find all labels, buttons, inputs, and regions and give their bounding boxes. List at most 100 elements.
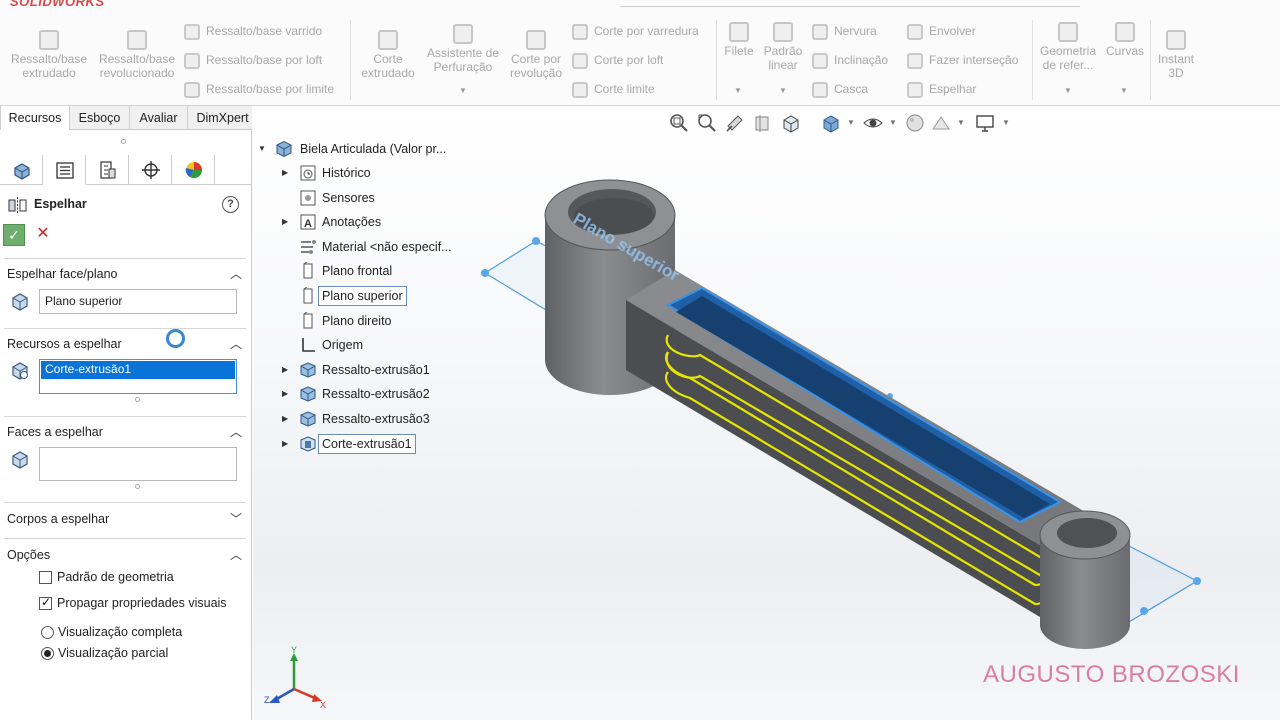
hide-show-items-icon[interactable] [862, 112, 884, 134]
options-section-label: Opções [7, 548, 51, 562]
previous-view-icon[interactable] [724, 112, 746, 134]
geometry-pattern-checkbox[interactable] [39, 571, 52, 584]
feature-manager-tab[interactable] [0, 155, 43, 185]
view-settings-icon[interactable] [974, 112, 996, 134]
list-resize-grip[interactable] [135, 397, 140, 402]
lofted-boss-button[interactable]: Ressalto/base por loft [184, 51, 322, 69]
ribbon-separator [1032, 20, 1033, 100]
swept-boss-button[interactable]: Ressalto/base varrido [184, 22, 322, 40]
selected-feature-item[interactable]: Corte-extrusão1 [41, 361, 235, 379]
fillet-button[interactable]: Filete [722, 22, 756, 58]
plane-handle[interactable] [532, 237, 540, 245]
ok-button[interactable]: ✓ [3, 224, 25, 246]
display-style-dropdown[interactable]: ▼ [847, 118, 855, 127]
revolved-cut-button[interactable]: Corte por revolução [506, 30, 566, 80]
zoom-to-fit-icon[interactable] [668, 112, 690, 134]
instant3d-label: Instant 3D [1157, 52, 1195, 80]
linear-pattern-button[interactable]: Padrão linear [760, 22, 806, 72]
extruded-cut-button[interactable]: Corte extrudado [356, 30, 420, 80]
rib-button[interactable]: Nervura [812, 22, 877, 40]
propagate-visual-checkbox[interactable] [39, 595, 52, 610]
busy-cursor-icon [166, 329, 185, 348]
chevron-up-icon: ︿ [230, 267, 243, 281]
cancel-button[interactable]: ✕ [34, 224, 52, 244]
configuration-manager-icon [100, 161, 116, 179]
draft-button[interactable]: Inclinação [812, 51, 888, 69]
propagate-visual-label: Propagar propriedades visuais [57, 596, 227, 610]
full-preview-radio[interactable] [41, 626, 54, 639]
property-manager-tab[interactable] [43, 155, 86, 185]
expand-arrow-icon[interactable]: ▶ [282, 408, 288, 430]
hole-wizard-dropdown[interactable]: ▼ [459, 86, 467, 95]
dimxpert-manager-tab[interactable] [129, 155, 172, 185]
extruded-boss-button[interactable]: Ressalto/base extrudado [8, 30, 90, 80]
curves-icon [1115, 22, 1135, 42]
cut-extrude-icon [300, 436, 316, 452]
features-to-mirror-list[interactable]: Corte-extrusão1 [39, 359, 237, 394]
connecting-rod-model[interactable]: Plano superior [470, 170, 1210, 660]
display-style-icon[interactable] [820, 112, 842, 134]
hide-show-dropdown[interactable]: ▼ [889, 118, 897, 127]
swept-boss-label: Ressalto/base varrido [206, 24, 323, 38]
faces-to-mirror-list[interactable] [39, 447, 237, 481]
edit-appearance-icon[interactable] [904, 112, 926, 134]
apply-scene-icon[interactable] [930, 112, 952, 134]
faces-to-mirror-section-header[interactable]: Faces a espelhar ︿ [0, 421, 252, 443]
list-resize-grip[interactable] [135, 484, 140, 489]
small-end-bore [1057, 518, 1117, 548]
scene-dropdown[interactable]: ▼ [957, 118, 965, 127]
expand-arrow-icon[interactable]: ▶ [282, 211, 288, 233]
fillet-dropdown[interactable]: ▼ [734, 86, 742, 95]
expand-arrow-icon[interactable]: ▶ [282, 383, 288, 405]
help-button[interactable]: ? [222, 196, 239, 213]
partial-preview-radio[interactable] [41, 647, 54, 660]
curves-dropdown[interactable]: ▼ [1120, 86, 1128, 95]
linear-pattern-icon [773, 22, 793, 42]
bodies-to-mirror-section-header[interactable]: Corpos a espelhar ﹀ [0, 508, 252, 530]
view-orientation-icon[interactable] [780, 112, 802, 134]
zoom-to-area-icon[interactable] [696, 112, 718, 134]
mirror-button[interactable]: Espelhar [907, 80, 976, 98]
swept-cut-button[interactable]: Corte por varredura [572, 22, 699, 40]
instant3d-button[interactable]: Instant 3D [1154, 30, 1198, 80]
lofted-cut-button[interactable]: Corte por loft [572, 51, 663, 69]
extruded-cut-icon [378, 30, 398, 50]
hole-wizard-button[interactable]: Assistente de Perfuração [424, 24, 502, 74]
panel-splitter-grip[interactable] [121, 139, 126, 144]
linear-pattern-dropdown[interactable]: ▼ [779, 86, 787, 95]
expand-arrow-icon[interactable]: ▶ [282, 433, 288, 455]
display-manager-tab[interactable] [172, 155, 215, 185]
collapse-arrow-icon[interactable]: ▼ [258, 138, 266, 160]
plane-handle[interactable] [1193, 577, 1201, 585]
tab-recursos[interactable]: Recursos [0, 106, 70, 131]
reference-geometry-button[interactable]: Geometria de refer... [1036, 22, 1100, 72]
curves-button[interactable]: Curvas [1104, 22, 1146, 58]
revolved-boss-button[interactable]: Ressalto/base revolucionado [96, 30, 178, 80]
mirror-plane-section-header[interactable]: Espelhar face/plano ︿ [0, 263, 252, 285]
tab-esboco[interactable]: Esboço [70, 106, 130, 130]
sensor-icon [300, 190, 316, 206]
property-manager-panel: Espelhar ? ✓ ✕ Espelhar face/plano ︿ Pla… [0, 130, 252, 720]
wrap-button[interactable]: Envolver [907, 22, 976, 40]
features-to-mirror-section-header[interactable]: Recursos a espelhar ︿ [0, 333, 252, 355]
tab-avaliar[interactable]: Avaliar [130, 106, 188, 130]
shell-button[interactable]: Casca [812, 80, 868, 98]
section-view-icon[interactable] [752, 112, 774, 134]
swept-boss-icon [184, 23, 200, 40]
boundary-boss-button[interactable]: Ressalto/base por limite [184, 80, 334, 98]
linear-pattern-label: Padrão linear [763, 44, 803, 72]
configuration-manager-tab[interactable] [86, 155, 129, 185]
plane-handle[interactable] [1140, 607, 1148, 615]
mirror-plane-field[interactable]: Plano superior [39, 289, 237, 314]
view-settings-dropdown[interactable]: ▼ [1002, 118, 1010, 127]
expand-arrow-icon[interactable]: ▶ [282, 359, 288, 381]
plane-handle[interactable] [481, 269, 489, 277]
chevron-up-icon: ︿ [230, 548, 243, 562]
hole-wizard-label: Assistente de Perfuração [426, 46, 500, 74]
tab-dimxpert[interactable]: DimXpert [188, 106, 258, 130]
reference-geometry-dropdown[interactable]: ▼ [1064, 86, 1072, 95]
expand-arrow-icon[interactable]: ▶ [282, 162, 288, 184]
boundary-cut-button[interactable]: Corte limite [572, 80, 655, 98]
options-section-header[interactable]: Opções ︿ [0, 544, 252, 566]
intersect-button[interactable]: Fazer interseção [907, 51, 1018, 69]
